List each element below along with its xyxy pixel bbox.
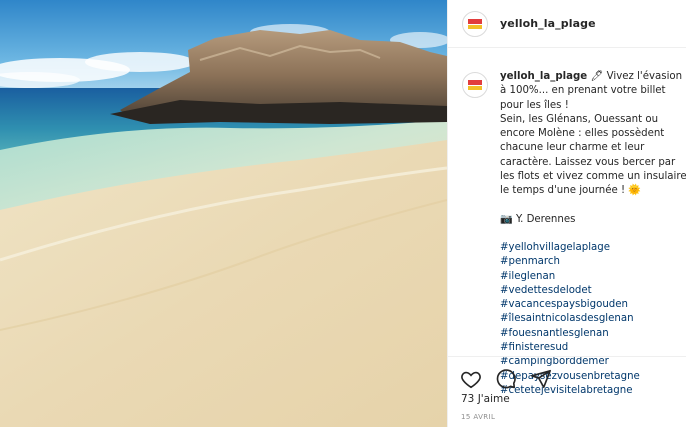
heart-icon [461,371,481,389]
caption-text: yelloh_la_plage 🖊 Vivez l'évasion à 100%… [500,70,686,398]
pen-icon: 🖊 [590,71,604,82]
action-bar [460,368,552,390]
hashtag-link[interactable]: #finisteresud [500,341,686,355]
photo-credit: Y. Derennes [515,213,576,225]
like-button[interactable] [460,368,482,390]
comment-icon [496,369,516,389]
username[interactable]: yelloh_la_plage [500,17,596,30]
like-count[interactable]: 73 J'aime [461,393,510,405]
post-side-panel: yelloh_la_plage yelloh_la_plage 🖊 Vivez … [447,0,686,427]
hashtag-link[interactable]: #fouesnantlesglenan [500,327,686,341]
hashtag-link[interactable]: #ileglenan [500,270,686,284]
avatar[interactable] [462,10,488,37]
yelloh-logo-icon [465,13,485,34]
yelloh-logo-icon [465,75,485,95]
hashtag-link[interactable]: #penmarch [500,255,686,269]
post-footer: 73 J'aime 15 AVRIL [448,356,686,427]
caption-avatar[interactable] [462,72,488,98]
share-button[interactable] [530,368,552,390]
post-date[interactable]: 15 AVRIL [461,413,495,421]
post-photo[interactable] [0,0,447,427]
beach-rock-photo [0,0,447,427]
hashtag-link[interactable]: #vacancespaysbigouden [500,298,686,312]
paper-plane-icon [531,369,551,389]
post-header: yelloh_la_plage [448,0,686,48]
caption-description: Sein, les Glénans, Ouessant ou encore Mo… [500,113,686,197]
hashtag-link[interactable]: #vedettesdelodet [500,284,686,298]
hashtag-link[interactable]: #yellohvillagelaplage [500,241,686,255]
hashtag-link[interactable]: #îlesaintnicolasdesglenan [500,312,686,326]
sun-emoji-icon: 🌞 [628,185,642,197]
caption-username[interactable]: yelloh_la_plage [500,71,587,82]
comment-button[interactable] [495,368,517,390]
camera-icon: 📷 [500,213,513,225]
